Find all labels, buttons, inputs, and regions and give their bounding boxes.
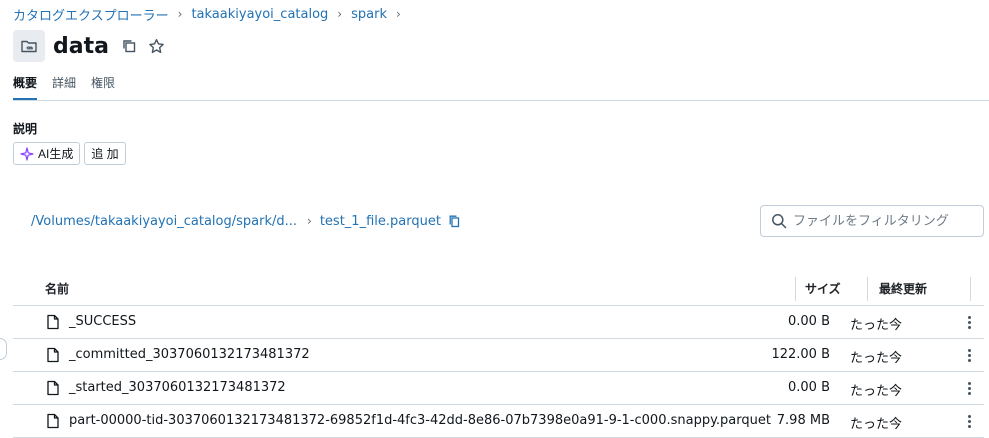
ai-generate-label: AI生成: [38, 147, 74, 161]
tab-details[interactable]: 詳細: [52, 74, 76, 100]
file-modified: たった今: [850, 417, 903, 432]
file-icon: [47, 413, 59, 429]
volume-folder-icon: [13, 30, 45, 62]
breadcrumb-schema[interactable]: spark: [351, 7, 387, 22]
title-row: data: [13, 30, 167, 62]
breadcrumb-catalog[interactable]: takaakiyayoi_catalog: [191, 7, 328, 22]
file-icon: [47, 314, 59, 330]
file-size: 122.00 B: [771, 347, 830, 362]
table-row[interactable]: _started_3037060132173481372 0.00 B たった今: [13, 372, 984, 405]
file-name[interactable]: _committed_3037060132173481372: [69, 347, 310, 362]
tab-permissions[interactable]: 権限: [91, 74, 115, 100]
star-icon: [149, 38, 165, 53]
row-kebab-menu-icon[interactable]: [963, 379, 975, 397]
chevron-right-icon: ›: [307, 214, 312, 228]
tab-divider: [13, 100, 989, 101]
column-header-modified[interactable]: 最終更新: [879, 280, 927, 297]
ai-generate-button[interactable]: AI生成: [13, 142, 81, 165]
column-divider[interactable]: [795, 277, 796, 301]
file-filter[interactable]: [760, 205, 984, 237]
sidebar-collapse-handle[interactable]: [0, 338, 7, 360]
file-icon: [47, 347, 59, 363]
table-header: 名前 サイズ 最終更新: [13, 272, 984, 306]
row-kebab-menu-icon[interactable]: [963, 346, 975, 364]
file-name[interactable]: _SUCCESS: [69, 314, 136, 329]
copy-path-button[interactable]: [449, 215, 460, 228]
row-kebab-menu-icon[interactable]: [963, 412, 975, 430]
file-size: 7.98 MB: [776, 413, 830, 428]
file-icon: [47, 380, 59, 396]
add-description-button[interactable]: 追 加: [84, 142, 126, 165]
chevron-right-icon: ›: [337, 7, 343, 21]
file-name[interactable]: part-00000-tid-3037060132173481372-69852…: [69, 413, 771, 428]
file-size: 0.00 B: [788, 314, 830, 329]
chevron-right-icon: ›: [395, 7, 401, 21]
table-row[interactable]: part-00000-tid-3037060132173481372-69852…: [13, 405, 984, 438]
favorite-button[interactable]: [147, 36, 167, 56]
file-modified: たった今: [850, 318, 903, 333]
chevron-right-icon: ›: [177, 7, 183, 21]
copy-name-button[interactable]: [119, 36, 139, 56]
description-label: 説明: [13, 122, 38, 136]
filter-input[interactable]: [793, 213, 973, 229]
path-file-link[interactable]: test_1_file.parquet: [320, 214, 441, 229]
search-icon: [772, 214, 787, 229]
copy-icon: [449, 215, 460, 227]
column-header-size[interactable]: サイズ: [805, 280, 841, 297]
path-folder-link[interactable]: /Volumes/takaakiyayoi_catalog/spark/d...: [31, 214, 297, 229]
file-size: 0.00 B: [788, 380, 830, 395]
file-modified: たった今: [850, 351, 903, 366]
add-description-label: 追 加: [91, 147, 119, 161]
breadcrumb-catalog-explorer[interactable]: カタログエクスプローラー: [13, 5, 169, 24]
table-row[interactable]: _committed_3037060132173481372 122.00 B …: [13, 339, 984, 372]
column-divider[interactable]: [867, 277, 868, 301]
column-divider[interactable]: [970, 277, 971, 301]
table-row[interactable]: _SUCCESS 0.00 B たった今: [13, 306, 984, 339]
sparkle-icon: [20, 146, 34, 161]
file-modified: たった今: [850, 384, 903, 399]
file-name[interactable]: _started_3037060132173481372: [69, 380, 286, 395]
description-actions: AI生成 追 加: [13, 142, 130, 165]
file-table: 名前 サイズ 最終更新 _SUCCESS 0.00 B たった今 _commit…: [13, 272, 984, 438]
copy-icon: [123, 40, 136, 53]
column-header-name[interactable]: 名前: [45, 280, 69, 297]
tab-bar: 概要 詳細 権限: [13, 74, 130, 100]
tab-overview[interactable]: 概要: [13, 74, 38, 100]
file-path: /Volumes/takaakiyayoi_catalog/spark/d...…: [31, 212, 460, 230]
row-kebab-menu-icon[interactable]: [963, 313, 975, 331]
page-title: data: [53, 33, 109, 59]
breadcrumb: カタログエクスプローラー › takaakiyayoi_catalog › sp…: [13, 5, 410, 24]
